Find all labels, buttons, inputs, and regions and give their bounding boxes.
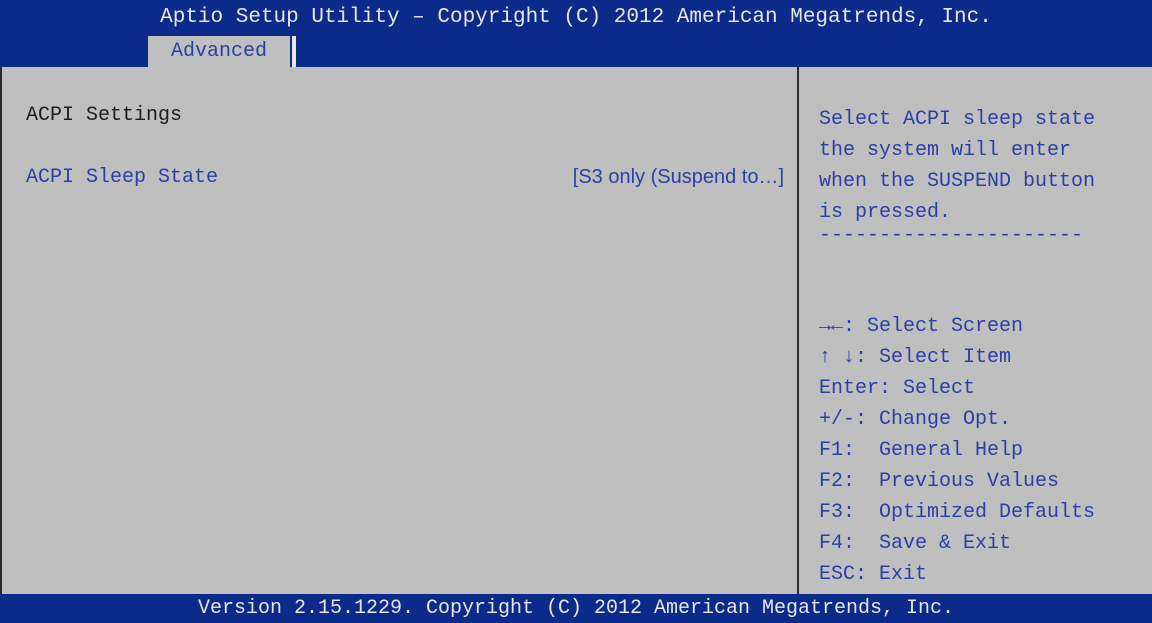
section-title: ACPI Settings: [26, 104, 183, 127]
key-hint-select-item: ↑ ↓: Select Item: [819, 346, 1012, 369]
key-hint-f4: F4: Save & Exit: [819, 532, 1012, 555]
help-line: the system will enter: [819, 139, 1072, 162]
tab-advanced[interactable]: Advanced: [148, 36, 296, 67]
help-description: Select ACPI sleep state the system will …: [819, 104, 1149, 228]
key-hint-enter: Enter: Select: [819, 377, 976, 400]
key-hints: →←: Select Screen ↑ ↓: Select Item Enter…: [819, 311, 1149, 590]
key-hint-change-opt: +/-: Change Opt.: [819, 408, 1012, 431]
setting-label: ACPI Sleep State: [26, 166, 219, 189]
version-footer: Version 2.15.1229. Copyright (C) 2012 Am…: [0, 594, 1152, 623]
help-separator: ----------------------: [819, 224, 1084, 247]
key-hint-esc: ESC: Exit: [819, 563, 928, 586]
key-hint-select-screen: →←: Select Screen: [819, 315, 1024, 338]
window-title: Aptio Setup Utility – Copyright (C) 2012…: [0, 0, 1152, 35]
help-line: when the SUSPEND button: [819, 170, 1096, 193]
left-border: [0, 67, 2, 594]
key-hint-f2: F2: Previous Values: [819, 470, 1060, 493]
setting-row-acpi-sleep-state[interactable]: ACPI Sleep State [S3 only (Suspend to…]: [20, 162, 792, 196]
setting-value[interactable]: [S3 only (Suspend to…]: [573, 166, 784, 189]
bios-setup-screen: Aptio Setup Utility – Copyright (C) 2012…: [0, 0, 1152, 623]
help-line: Select ACPI sleep state: [819, 108, 1096, 131]
panel-divider: [797, 67, 799, 594]
key-hint-f3: F3: Optimized Defaults: [819, 501, 1096, 524]
key-hint-f1: F1: General Help: [819, 439, 1024, 462]
tab-bar: Advanced: [0, 35, 1152, 67]
